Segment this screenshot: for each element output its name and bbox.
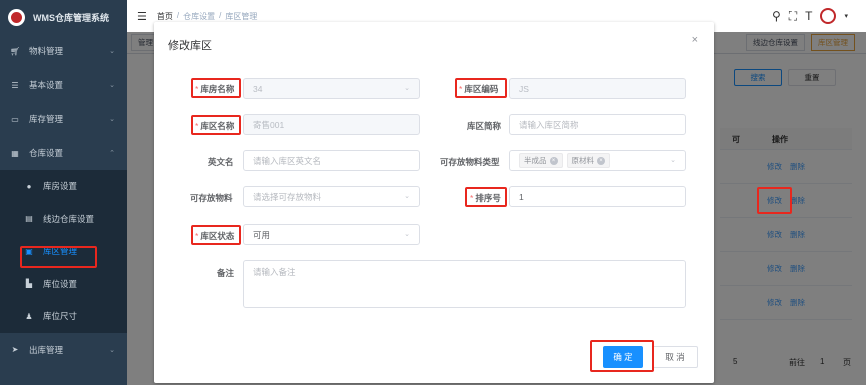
label-area-code: *JS库区编码 (459, 84, 499, 94)
label-area-name: * 库区名称 (195, 121, 235, 131)
close-icon[interactable]: × (549, 156, 558, 165)
label-materials: 可存放物料 (190, 193, 233, 203)
sidebar-overlay (0, 0, 127, 385)
label-sort-no: * 排序号 (470, 193, 501, 203)
label-material-types: 可存放物料类型 (440, 157, 500, 167)
confirm-button[interactable]: 确 定 (603, 346, 643, 368)
chip-raw-material: 原材料 × (566, 153, 610, 168)
close-icon[interactable]: × (692, 34, 698, 46)
area-status-select[interactable]: 可用 ⌄ (243, 224, 420, 245)
materials-select[interactable]: 请选择可存放物料 ⌄ (243, 186, 420, 207)
avatar[interactable] (820, 8, 837, 24)
breadcrumb: 首页 / 仓库设置 / 库区管理 (156, 10, 258, 21)
english-name-input[interactable]: 请输入库区英文名 (243, 150, 420, 171)
edit-area-dialog: 修改库区 × *库房名称 34⌄ *JS库区编码 JS *库区名称 寄售001 … (154, 22, 714, 383)
chevron-down-icon: ⌄ (670, 157, 676, 164)
label-english-name: 英文名 (208, 157, 234, 167)
close-icon[interactable]: × (597, 156, 605, 165)
label-remark: 备注 (217, 268, 235, 278)
area-name-input[interactable]: 寄售001 (243, 114, 420, 135)
area-code-input[interactable]: JS (509, 78, 686, 99)
label-area-status: * 库区状态 (195, 231, 235, 241)
chevron-down-icon: ⌄ (404, 231, 410, 238)
warehouse-name-select[interactable]: 34 ⌄ (243, 78, 420, 99)
caret-down-icon[interactable]: ▾ (844, 12, 848, 20)
font-size-icon[interactable]: T (805, 9, 812, 23)
chevron-down-icon: ⌄ (404, 85, 410, 92)
cancel-button[interactable]: 取 消 (652, 346, 698, 368)
label-warehouse-name: * 库房名称 (195, 84, 235, 94)
chip-semi-finished: 半成品 × (519, 153, 563, 168)
label-area-short: 库区简称 (467, 121, 502, 131)
material-types-select[interactable]: 半成品 × 原材料 × ⌄ (509, 150, 686, 171)
area-short-input[interactable]: 请输入库区简称 (509, 114, 686, 135)
remark-textarea[interactable]: 请输入备注 (243, 260, 686, 308)
chevron-down-icon: ⌄ (404, 193, 410, 200)
fullscreen-icon[interactable]: ⛶ (789, 9, 797, 24)
search-icon[interactable]: ⚲ (772, 9, 781, 23)
hamburger-icon[interactable]: ☰ (137, 10, 147, 23)
dialog-title: 修改库区 (168, 40, 212, 52)
sort-no-input[interactable]: 1 (509, 186, 686, 207)
